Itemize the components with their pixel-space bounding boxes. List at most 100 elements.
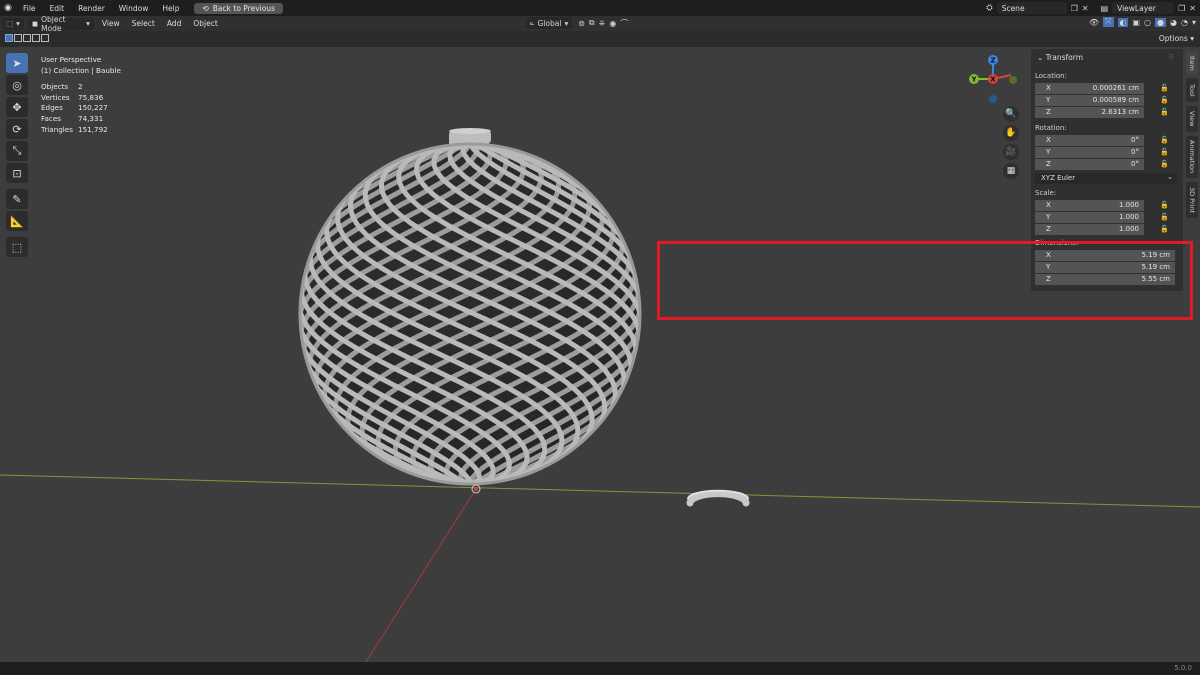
overlay-toggle-icon[interactable]: ◐ — [1117, 17, 1129, 27]
stat-value: 74,331 — [78, 114, 104, 124]
perspective-label: User Perspective — [41, 55, 102, 64]
lock-icon[interactable]: 🔓 — [1160, 201, 1169, 209]
object-mode-icon: ◼ — [31, 19, 39, 28]
add-cube-tool-icon[interactable]: ⬚ — [6, 237, 28, 257]
panel-drag-handle-icon[interactable]: ⁞⁞ — [1169, 53, 1173, 61]
xray-icon[interactable]: ▣ — [1132, 18, 1140, 27]
annotate-tool-icon[interactable]: ✎ — [6, 189, 28, 209]
tab-animation[interactable]: Animation — [1186, 136, 1198, 178]
cursor-tool-icon[interactable]: ◎ — [6, 75, 28, 95]
wireframe-shading-icon[interactable]: ○ — [1144, 18, 1151, 27]
view-layer-icon: ▤ — [1100, 3, 1109, 13]
lock-icon[interactable]: 🔓 — [1160, 108, 1169, 116]
origin-point — [474, 487, 478, 491]
gizmo-toggle-icon[interactable]: ⤧ — [1103, 17, 1114, 27]
editor-type-selector[interactable]: ⬚ ▾ — [2, 17, 24, 30]
back-to-previous-button[interactable]: ⟲ Back to Previous — [194, 2, 283, 14]
tab-3d-print[interactable]: 3D Print — [1186, 182, 1198, 218]
perspective-grid-icon[interactable]: ▦ — [1003, 163, 1019, 179]
measure-tool-icon[interactable]: 📐 — [6, 211, 28, 231]
lock-icon[interactable]: 🔓 — [1160, 84, 1169, 92]
scale-z-field[interactable]: Z 1.000 — [1035, 224, 1144, 235]
scene-field[interactable]: Scene — [996, 2, 1067, 14]
copy-scene-icon[interactable]: ❐ — [1071, 4, 1078, 13]
location-label: Location: — [1035, 72, 1067, 80]
chevron-down-icon: ▾ — [86, 19, 90, 28]
location-x-field[interactable]: X 0.000261 cm — [1035, 83, 1144, 94]
menu-object[interactable]: Object — [187, 19, 223, 28]
location-y-field[interactable]: Y 0.000589 cm — [1035, 95, 1144, 106]
select-new-icon[interactable] — [5, 34, 13, 42]
pan-hand-icon[interactable]: ✋ — [1003, 125, 1019, 141]
tab-item[interactable]: Item — [1186, 52, 1198, 74]
menu-edit[interactable]: Edit — [43, 4, 72, 13]
gizmo-neg-z-icon[interactable] — [989, 95, 997, 103]
menu-view[interactable]: View — [96, 19, 126, 28]
solid-shading-icon[interactable]: ● — [1155, 17, 1167, 27]
rotation-y-field[interactable]: Y 0° — [1035, 147, 1144, 158]
options-dropdown[interactable]: Options ▾ — [1159, 34, 1194, 43]
field-value: 1.000 — [1118, 213, 1139, 221]
version-label: 5.0.0 — [1174, 664, 1192, 672]
location-z-field[interactable]: Z 2.6313 cm — [1035, 107, 1144, 118]
tab-label: Tool — [1188, 83, 1196, 97]
snap-target-icon[interactable]: ⁜ — [599, 19, 606, 28]
field-value: 0.000589 cm — [1092, 96, 1139, 104]
select-tool-icon[interactable]: ➤ — [6, 53, 28, 73]
close-scene-icon[interactable]: ✕ — [1082, 4, 1089, 13]
scale-y-field[interactable]: Y 1.000 — [1035, 212, 1144, 223]
blender-logo-icon[interactable]: ◉ — [0, 3, 16, 13]
pivot-icon[interactable]: ⊚ — [578, 19, 585, 28]
mode-label: Object Mode — [41, 14, 66, 33]
navigation-gizmo[interactable]: Z Y X — [969, 55, 1017, 103]
tab-tool[interactable]: Tool — [1186, 78, 1198, 102]
menu-window[interactable]: Window — [112, 4, 156, 13]
lock-icon[interactable]: 🔓 — [1160, 96, 1169, 104]
select-subtract-icon[interactable] — [23, 34, 31, 42]
field-value: 0° — [1131, 148, 1139, 156]
rotation-x-field[interactable]: X 0° — [1035, 135, 1144, 146]
material-shading-icon[interactable]: ◕ — [1170, 18, 1177, 27]
close-view-layer-icon[interactable]: ✕ — [1189, 4, 1196, 13]
lock-icon[interactable]: 🔓 — [1160, 160, 1169, 168]
lock-icon[interactable]: 🔓 — [1160, 225, 1169, 233]
menu-render[interactable]: Render — [71, 4, 112, 13]
falloff-icon[interactable]: ⌒ — [620, 18, 628, 29]
copy-view-layer-icon[interactable]: ❐ — [1178, 4, 1185, 13]
gizmo-neg-y-icon[interactable] — [1009, 76, 1017, 84]
zoom-icon[interactable]: 🔍 — [1003, 106, 1019, 122]
rendered-shading-icon[interactable]: ◔ — [1181, 18, 1188, 27]
scale-x-field[interactable]: X 1.000 — [1035, 200, 1144, 211]
scale-tool-icon[interactable]: ⤡ — [6, 141, 28, 161]
menu-file[interactable]: File — [16, 4, 43, 13]
transform-header[interactable]: ⌄ Transform — [1037, 53, 1083, 62]
move-tool-icon[interactable]: ✥ — [6, 97, 28, 117]
menu-help[interactable]: Help — [155, 4, 186, 13]
lock-icon[interactable]: 🔓 — [1160, 148, 1169, 156]
tab-view[interactable]: View — [1186, 106, 1198, 132]
rotate-tool-icon[interactable]: ⟳ — [6, 119, 28, 139]
stat-value: 75,836 — [78, 92, 104, 102]
chevron-down-icon[interactable]: ▾ — [1192, 18, 1196, 27]
mode-selector[interactable]: ◼ Object Mode ▾ — [27, 14, 94, 33]
menu-select[interactable]: Select — [126, 19, 161, 28]
orientation-selector[interactable]: ⟀ Global ▾ — [526, 17, 573, 29]
rotation-z-field[interactable]: Z 0° — [1035, 159, 1144, 170]
proportional-edit-icon[interactable]: ◉ — [609, 19, 616, 28]
rotation-mode-dropdown[interactable]: XYZ Euler ⌄ — [1035, 173, 1177, 184]
lock-icon[interactable]: 🔓 — [1160, 136, 1169, 144]
bauble-mesh[interactable] — [298, 128, 642, 486]
axis-label: Z — [1046, 108, 1051, 116]
camera-icon[interactable]: 🎥 — [1003, 144, 1019, 160]
visibility-icon[interactable]: 👁 — [1089, 18, 1099, 27]
snap-icon[interactable]: ⧉ — [589, 18, 595, 28]
lock-icon[interactable]: 🔓 — [1160, 213, 1169, 221]
select-extend-icon[interactable] — [14, 34, 22, 42]
menu-add[interactable]: Add — [161, 19, 188, 28]
select-invert-icon[interactable] — [32, 34, 40, 42]
view-layer-field[interactable]: ViewLayer — [1112, 2, 1175, 14]
transform-tool-icon[interactable]: ⊡ — [6, 163, 28, 183]
3d-viewport[interactable]: Z Y X — [0, 47, 1200, 662]
select-intersect-icon[interactable] — [41, 34, 49, 42]
ring-mesh[interactable] — [686, 489, 750, 507]
